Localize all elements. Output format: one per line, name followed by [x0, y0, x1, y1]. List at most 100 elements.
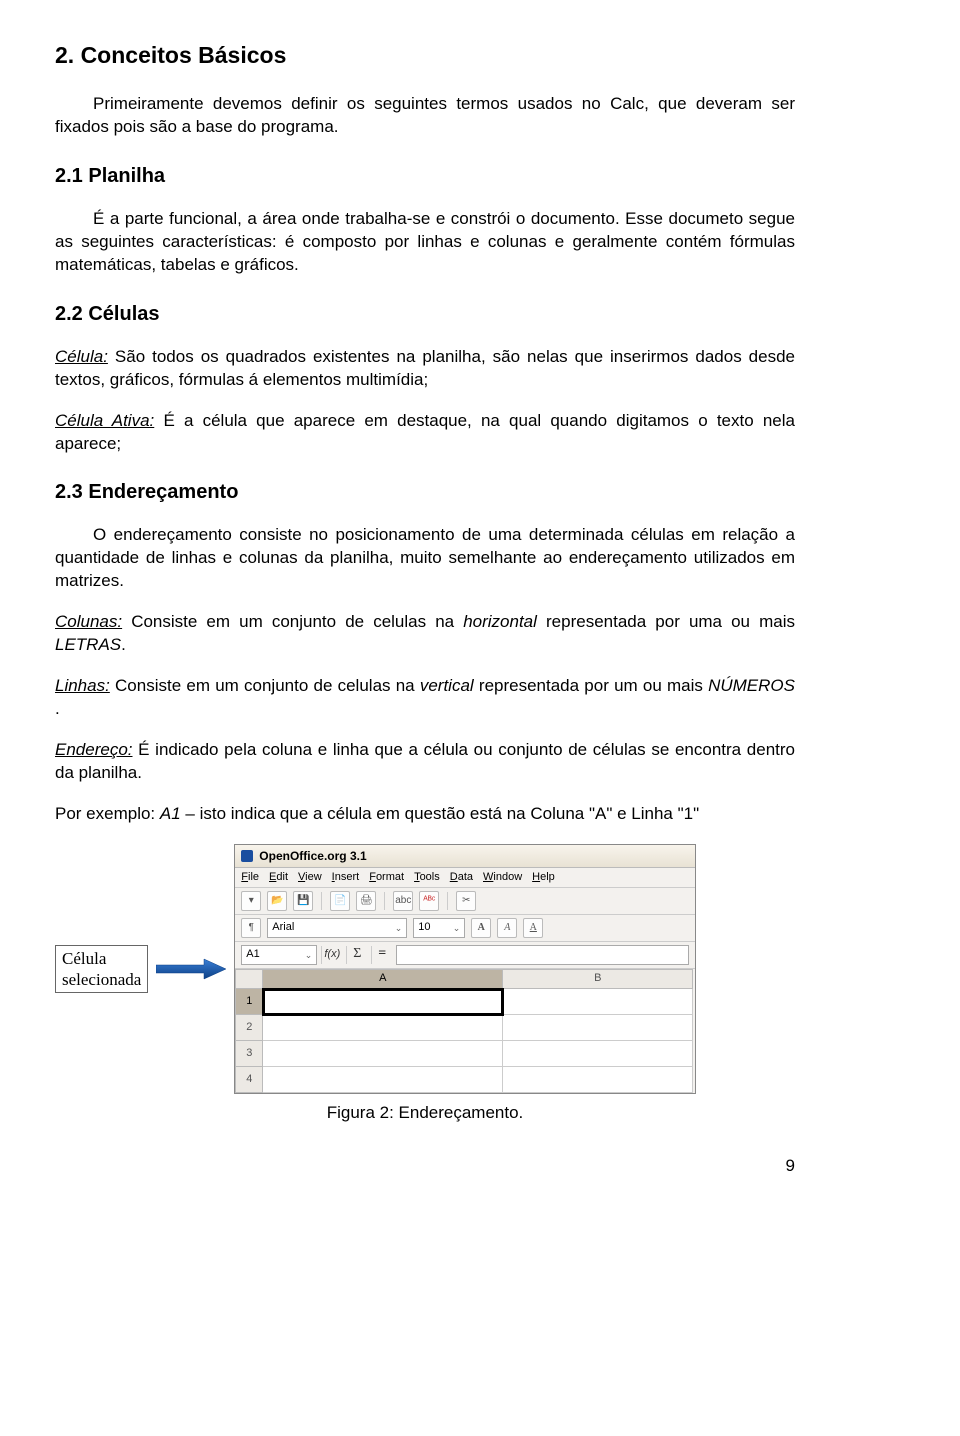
grid-cells: A B [263, 969, 695, 1093]
styles-icon[interactable]: ¶ [241, 918, 261, 938]
function-wizard-icon[interactable]: f(x) [321, 946, 342, 964]
row-header-1[interactable]: 1 [235, 989, 263, 1015]
equals-icon[interactable]: = [371, 946, 392, 964]
term-linhas: Linhas: [55, 676, 110, 695]
cell-b4[interactable] [503, 1067, 693, 1093]
paragraph-celula-ativa: Célula Ativa: É a célula que aparece em … [55, 410, 795, 456]
term-colunas: Colunas: [55, 612, 122, 631]
text-celula: São todos os quadrados existentes na pla… [55, 347, 795, 389]
callout-row: Célula selecionada OpenOffice.org 3.1 [55, 844, 795, 1094]
page-number: 9 [55, 1155, 795, 1178]
name-box-value: A1 [246, 947, 259, 962]
text-linhas-a: Consiste em um conjunto de celulas na [110, 676, 420, 695]
callout-line1: Célula [62, 949, 106, 968]
sum-icon[interactable]: Σ [346, 946, 367, 964]
menu-insert[interactable]: Insert [332, 870, 360, 885]
intro-paragraph: Primeiramente devemos definir os seguint… [55, 93, 795, 139]
cell-b3[interactable] [503, 1041, 693, 1067]
text-linhas-c: representada por um ou mais [474, 676, 708, 695]
open-icon[interactable]: 📂 [267, 891, 287, 911]
font-name-select[interactable]: Arial ⌄ [267, 918, 407, 938]
standard-toolbar: ▾ 📂 💾 📄 🖨 abc ᴬᴮᶜ ✂ [235, 888, 695, 915]
calc-title-bar: OpenOffice.org 3.1 [235, 845, 695, 868]
cut-icon[interactable]: ✂ [456, 891, 476, 911]
spreadsheet-grid: 1 2 3 4 A B [235, 969, 695, 1093]
menu-format[interactable]: Format [369, 870, 404, 885]
col-header-b[interactable]: B [503, 969, 693, 989]
text-colunas-a: Consiste em um conjunto de celulas na [122, 612, 463, 631]
menu-tools[interactable]: Tools [414, 870, 440, 885]
cell-a4[interactable] [263, 1067, 503, 1093]
italic-icon[interactable]: A [497, 918, 517, 938]
text-colunas-d: LETRAS [55, 635, 121, 654]
cell-a2[interactable] [263, 1015, 503, 1041]
text-celula-ativa: É a célula que aparece em destaque, na q… [55, 411, 795, 453]
text-colunas-e: . [121, 635, 126, 654]
print-icon[interactable]: 🖨 [356, 891, 376, 911]
font-toolbar: ¶ Arial ⌄ 10 ⌄ A A A [235, 915, 695, 942]
text-exemplo-b: A1 [160, 804, 181, 823]
term-celula: Célula: [55, 347, 108, 366]
text-endereco: É indicado pela coluna e linha que a cél… [55, 740, 795, 782]
new-doc-icon[interactable]: ▾ [241, 891, 261, 911]
chevron-down-icon: ⌄ [453, 922, 461, 934]
text-linhas-d: NÚMEROS [708, 676, 795, 695]
callout-label: Célula selecionada [55, 945, 148, 994]
paragraph-linhas: Linhas: Consiste em um conjunto de celul… [55, 675, 795, 721]
app-logo-icon [241, 850, 253, 862]
toolbar-sep [384, 892, 385, 910]
text-colunas-b: horizontal [463, 612, 537, 631]
menu-edit[interactable]: Edit [269, 870, 288, 885]
text-exemplo-a: Por exemplo: [55, 804, 160, 823]
formula-bar: A1 ⌄ f(x) Σ = [235, 942, 695, 969]
paragraph-enderecamento: O endereçamento consiste no posicionamen… [55, 524, 795, 593]
row-header-3[interactable]: 3 [235, 1041, 263, 1067]
name-box[interactable]: A1 ⌄ [241, 945, 317, 965]
autospell-icon[interactable]: ᴬᴮᶜ [419, 891, 439, 911]
cell-b1[interactable] [503, 989, 693, 1015]
app-title-text: OpenOffice.org 3.1 [259, 848, 366, 864]
spellcheck-icon[interactable]: abc [393, 891, 413, 911]
paragraph-planilha: É a parte funcional, a área onde trabalh… [55, 208, 795, 277]
toolbar-sep [321, 892, 322, 910]
arrow-icon [156, 957, 226, 981]
save-icon[interactable]: 💾 [293, 891, 313, 911]
menu-window[interactable]: Window [483, 870, 522, 885]
heading-conceitos: 2. Conceitos Básicos [55, 40, 795, 71]
font-size-value: 10 [418, 920, 430, 935]
heading-enderecamento: 2.3 Endereçamento [55, 479, 795, 506]
chevron-down-icon: ⌄ [305, 949, 313, 961]
paragraph-endereco: Endereço: É indicado pela coluna e linha… [55, 739, 795, 785]
col-header-a[interactable]: A [263, 969, 503, 989]
heading-planilha: 2.1 Planilha [55, 163, 795, 190]
font-size-select[interactable]: 10 ⌄ [413, 918, 465, 938]
row-headers: 1 2 3 4 [235, 969, 263, 1093]
term-celula-ativa: Célula Ativa: [55, 411, 154, 430]
font-name-value: Arial [272, 920, 294, 935]
cell-a1[interactable] [263, 989, 503, 1015]
calc-screenshot: OpenOffice.org 3.1 File Edit View Insert… [234, 844, 696, 1094]
select-all-corner[interactable] [235, 969, 263, 989]
text-colunas-c: representada por uma ou mais [537, 612, 795, 631]
underline-icon[interactable]: A [523, 918, 543, 938]
formula-input[interactable] [396, 945, 689, 965]
toolbar-sep [447, 892, 448, 910]
callout-line2: selecionada [62, 970, 141, 989]
paragraph-celula: Célula: São todos os quadrados existente… [55, 346, 795, 392]
menu-file[interactable]: File [241, 870, 259, 885]
paragraph-colunas: Colunas: Consiste em um conjunto de celu… [55, 611, 795, 657]
menu-data[interactable]: Data [450, 870, 473, 885]
text-linhas-b: vertical [420, 676, 474, 695]
export-pdf-icon[interactable]: 📄 [330, 891, 350, 911]
cell-a3[interactable] [263, 1041, 503, 1067]
cell-b2[interactable] [503, 1015, 693, 1041]
menu-help[interactable]: Help [532, 870, 555, 885]
row-header-4[interactable]: 4 [235, 1067, 263, 1093]
figure-block: Célula selecionada OpenOffice.org 3.1 [55, 844, 795, 1125]
figure-caption: Figura 2: Endereçamento. [55, 1102, 795, 1125]
menu-view[interactable]: View [298, 870, 322, 885]
row-header-2[interactable]: 2 [235, 1015, 263, 1041]
chevron-down-icon: ⌄ [395, 922, 403, 934]
calc-menubar[interactable]: File Edit View Insert Format Tools Data … [235, 868, 695, 888]
bold-icon[interactable]: A [471, 918, 491, 938]
